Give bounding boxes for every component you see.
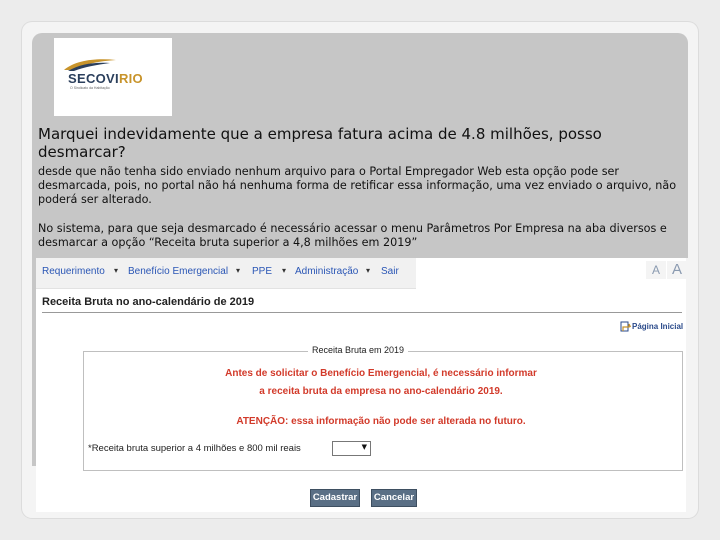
chevron-down-icon: ▼ — [361, 443, 367, 451]
chevron-down-icon[interactable]: ▾ — [366, 266, 370, 275]
font-increase-button[interactable]: A — [667, 261, 687, 279]
slide-answer-paragraph-1: desde que não tenha sido enviado nenhum … — [38, 165, 677, 206]
system-screenshot: Requerimento ▾ Benefício Emergencial ▾ P… — [36, 258, 687, 512]
menu-item-beneficio-emergencial[interactable]: Benefício Emergencial — [128, 266, 228, 277]
menu-item-administracao[interactable]: Administração — [295, 266, 358, 277]
logo-brand-part1: SECOVI — [68, 71, 119, 86]
revenue-select[interactable]: ▼ — [332, 441, 371, 456]
menu-item-ppe[interactable]: PPE — [252, 266, 272, 277]
logo-wing-icon — [64, 59, 116, 71]
warning-line-1: Antes de solicitar o Benefício Emergenci… — [225, 368, 537, 379]
warning-line-2: a receita bruta da empresa no ano-calend… — [259, 386, 503, 397]
fieldset-legend: Receita Bruta em 2019 — [308, 345, 409, 355]
warning-line-3: ATENÇÃO: essa informação não pode ser al… — [236, 416, 526, 427]
chevron-down-icon[interactable]: ▾ — [236, 266, 240, 275]
page-title: Receita Bruta no ano-calendário de 2019 — [42, 296, 255, 308]
top-menu-bar: Requerimento ▾ Benefício Emergencial ▾ P… — [36, 258, 416, 289]
secovirio-logo: SECOVIRIO O Sindicato da Habitação — [54, 38, 172, 116]
slide-question: Marquei indevidamente que a empresa fatu… — [38, 125, 602, 161]
slide-answer-paragraph-2: No sistema, para que seja desmarcado é n… — [38, 222, 667, 249]
chevron-down-icon[interactable]: ▾ — [114, 266, 118, 275]
home-page-link[interactable]: Página Inicial — [632, 322, 683, 331]
home-page-icon[interactable] — [620, 321, 631, 332]
revenue-field-label: *Receita bruta superior a 4 milhões e 80… — [88, 443, 301, 454]
menu-item-sair[interactable]: Sair — [381, 266, 399, 277]
title-divider — [42, 312, 682, 313]
font-decrease-button[interactable]: A — [646, 261, 666, 279]
logo-wordmark: SECOVIRIO — [68, 71, 143, 86]
chevron-down-icon[interactable]: ▾ — [282, 266, 286, 275]
menu-item-requerimento[interactable]: Requerimento — [42, 266, 105, 277]
logo-tagline: O Sindicato da Habitação — [70, 86, 110, 90]
cancelar-button[interactable]: Cancelar — [371, 489, 417, 507]
logo-brand-part2: RIO — [118, 71, 143, 86]
cadastrar-button[interactable]: Cadastrar — [310, 489, 360, 507]
